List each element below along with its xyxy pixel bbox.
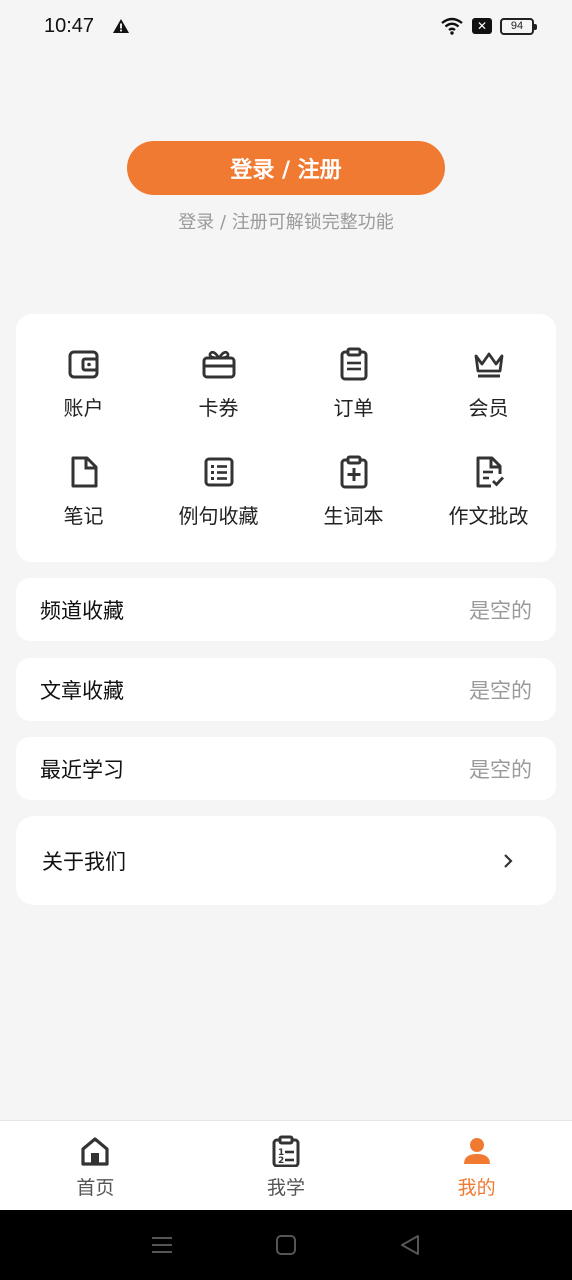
list-row-recent-study[interactable]: 最近学习 是空的 — [16, 737, 556, 800]
list-row-value: 是空的 — [469, 757, 532, 782]
status-bar: 10:47 ✕ 94 — [0, 0, 572, 52]
nav-study[interactable]: 1 2 我学 — [191, 1121, 382, 1210]
home-square-icon[interactable] — [275, 1234, 297, 1256]
grid-item-label: 生词本 — [323, 504, 384, 528]
list-row-article-favorites[interactable]: 文章收藏 是空的 — [16, 658, 556, 721]
about-us-row[interactable]: 关于我们 — [16, 816, 556, 905]
back-icon[interactable] — [399, 1234, 421, 1256]
list-icon — [204, 457, 233, 487]
list-row-title: 最近学习 — [40, 757, 124, 782]
grid-item-vocabulary[interactable]: 生词本 — [286, 454, 421, 554]
grid-item-sentence-favorites[interactable]: 例句收藏 — [151, 454, 286, 554]
nav-mine[interactable]: 我的 — [381, 1121, 572, 1210]
list-row-channel-favorites[interactable]: 频道收藏 是空的 — [16, 578, 556, 641]
grid-item-account[interactable]: 账户 — [16, 346, 151, 446]
home-icon — [81, 1137, 109, 1166]
grid-item-label: 会员 — [468, 396, 509, 420]
bottom-nav: 首页 1 2 我学 我的 — [0, 1120, 572, 1210]
status-time: 10:47 — [44, 14, 95, 37]
grid-item-label: 笔记 — [63, 504, 104, 528]
grid-item-notes[interactable]: 笔记 — [16, 454, 151, 554]
grid-item-label: 例句收藏 — [178, 504, 259, 528]
list-row-value: 是空的 — [469, 598, 532, 623]
grid-item-label: 卡券 — [198, 396, 239, 420]
feature-grid: 账户 卡券 订单 会员 笔记 例句收藏 生词本 作文批改 — [16, 314, 556, 562]
study-clipboard-icon: 1 2 — [272, 1135, 300, 1167]
list-row-value: 是空的 — [469, 678, 532, 703]
list-row-title: 频道收藏 — [40, 598, 124, 623]
nav-study-label: 我学 — [267, 1177, 306, 1199]
grid-item-membership[interactable]: 会员 — [421, 346, 556, 446]
list-row-title: 文章收藏 — [40, 678, 124, 703]
wallet-icon — [68, 350, 98, 379]
clipboard-icon — [340, 347, 367, 381]
grid-item-coupons[interactable]: 卡券 — [151, 346, 286, 446]
no-sim-icon: ✕ — [472, 18, 492, 34]
grid-item-label: 订单 — [333, 396, 374, 420]
gift-card-icon — [202, 350, 235, 379]
nav-home[interactable]: 首页 — [0, 1121, 191, 1210]
document-check-icon — [476, 456, 504, 488]
clipboard-plus-icon — [340, 455, 367, 489]
crown-icon — [474, 352, 503, 378]
battery-indicator: 94 — [500, 17, 537, 35]
about-us-label: 关于我们 — [42, 849, 126, 874]
grid-item-orders[interactable]: 订单 — [286, 346, 421, 446]
menu-icon[interactable] — [151, 1235, 173, 1255]
login-hint: 登录 / 注册可解锁完整功能 — [178, 212, 394, 233]
nav-mine-label: 我的 — [457, 1177, 496, 1199]
grid-item-essay-correction[interactable]: 作文批改 — [421, 454, 556, 554]
person-icon — [463, 1138, 490, 1164]
system-nav-bar — [0, 1210, 572, 1280]
grid-item-label: 作文批改 — [448, 504, 529, 528]
nav-home-label: 首页 — [76, 1177, 115, 1199]
status-left: 10:47 — [44, 15, 130, 38]
wifi-icon — [441, 17, 463, 35]
grid-item-label: 账户 — [63, 396, 104, 420]
login-register-button[interactable]: 登录 / 注册 — [127, 141, 445, 195]
svg-text:2: 2 — [278, 1156, 284, 1166]
status-right: ✕ 94 — [440, 17, 537, 35]
battery-level: 94 — [510, 20, 524, 32]
chevron-right-icon — [504, 853, 513, 868]
warning-icon — [113, 19, 130, 33]
note-icon — [71, 456, 97, 488]
